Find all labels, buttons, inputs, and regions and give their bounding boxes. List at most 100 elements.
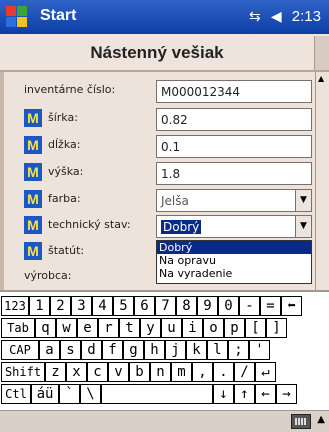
color-value: Jelša [161, 194, 189, 208]
key[interactable]: ] [266, 318, 287, 338]
key[interactable]: r [98, 318, 119, 338]
key[interactable]: s [60, 340, 81, 360]
key[interactable]: 0 [218, 296, 239, 316]
input-panel-bar: ▲ [0, 410, 329, 432]
key[interactable]: ← [255, 384, 276, 404]
system-tray: ⇆ ◀ 2:13 [249, 8, 321, 25]
key[interactable]: \ [80, 384, 101, 404]
key[interactable]: h [144, 340, 165, 360]
key[interactable]: z [45, 362, 66, 382]
scroll-up-arrow-icon[interactable]: ▲ [318, 74, 324, 83]
key[interactable]: ↓ [213, 384, 234, 404]
volume-icon[interactable]: ◀ [271, 8, 282, 25]
start-button[interactable]: Start [40, 7, 76, 25]
row-tech-state: M technický stav: Dobrý ▼ [14, 213, 312, 239]
key[interactable]: l [207, 340, 228, 360]
key[interactable]: t [119, 318, 140, 338]
tech-state-options-list[interactable]: Dobrý Na opravu Na vyradenie [156, 240, 312, 284]
key[interactable]: . [213, 362, 234, 382]
m-icon[interactable]: M [24, 242, 42, 260]
color-dropdown[interactable]: Jelša ▼ [156, 189, 312, 212]
key[interactable]: v [108, 362, 129, 382]
key[interactable]: w [56, 318, 77, 338]
key[interactable]: Shift [1, 362, 45, 382]
height-label: výška: [48, 165, 84, 178]
tech-state-dropdown[interactable]: Dobrý ▼ [156, 215, 312, 238]
key[interactable]: ; [228, 340, 249, 360]
key[interactable]: y [140, 318, 161, 338]
key[interactable]: 4 [92, 296, 113, 316]
key[interactable]: , [192, 362, 213, 382]
key[interactable]: - [239, 296, 260, 316]
key[interactable]: m [171, 362, 192, 382]
key[interactable]: b [129, 362, 150, 382]
row-width: M šírka: 0.82 [14, 106, 312, 132]
m-icon[interactable]: M [24, 190, 42, 208]
clock[interactable]: 2:13 [292, 8, 321, 25]
m-icon[interactable]: M [24, 136, 42, 154]
key[interactable]: p [224, 318, 245, 338]
key[interactable]: áü [31, 384, 59, 404]
length-field[interactable]: 0.1 [156, 135, 312, 158]
key[interactable]: ⬅ [281, 296, 302, 316]
key[interactable]: u [161, 318, 182, 338]
key[interactable]: 8 [176, 296, 197, 316]
key[interactable]: j [165, 340, 186, 360]
key[interactable]: 1 [29, 296, 50, 316]
list-item[interactable]: Dobrý [157, 241, 311, 254]
key[interactable]: Ctl [1, 384, 31, 404]
key[interactable]: 3 [71, 296, 92, 316]
input-menu-arrow-icon[interactable]: ▲ [317, 414, 325, 425]
key[interactable]: 7 [155, 296, 176, 316]
key[interactable]: f [102, 340, 123, 360]
tech-state-label: technický stav: [48, 218, 131, 231]
list-item[interactable]: Na vyradenie [157, 267, 311, 280]
key[interactable]: ` [59, 384, 80, 404]
key[interactable]: i [182, 318, 203, 338]
keyboard-icon[interactable] [291, 414, 311, 429]
title-scroll-handle[interactable] [314, 36, 329, 70]
key[interactable]: 5 [113, 296, 134, 316]
key[interactable]: CAP [1, 340, 39, 360]
key[interactable]: n [150, 362, 171, 382]
key[interactable]: Tab [1, 318, 35, 338]
key[interactable]: 9 [197, 296, 218, 316]
key[interactable]: a [39, 340, 60, 360]
key[interactable]: ' [249, 340, 270, 360]
key[interactable]: 123 [1, 296, 29, 316]
key[interactable]: e [77, 318, 98, 338]
key[interactable]: ↵ [255, 362, 276, 382]
key[interactable]: k [186, 340, 207, 360]
vertical-scrollbar[interactable]: ▲ [315, 72, 329, 290]
m-icon[interactable]: M [24, 109, 42, 127]
height-field[interactable]: 1.8 [156, 162, 312, 185]
row-color: M farba: Jelša ▼ [14, 187, 312, 213]
key[interactable]: 6 [134, 296, 155, 316]
space-key[interactable] [101, 384, 213, 404]
m-icon[interactable]: M [24, 216, 42, 234]
chevron-down-icon[interactable]: ▼ [295, 216, 311, 237]
m-icon[interactable]: M [24, 163, 42, 181]
key[interactable]: ↑ [234, 384, 255, 404]
key[interactable]: x [66, 362, 87, 382]
inventory-field[interactable]: M000012344 [156, 80, 312, 103]
key[interactable]: → [276, 384, 297, 404]
key[interactable]: = [260, 296, 281, 316]
chevron-down-icon[interactable]: ▼ [295, 190, 311, 211]
key[interactable]: d [81, 340, 102, 360]
key[interactable]: o [203, 318, 224, 338]
key[interactable]: / [234, 362, 255, 382]
key[interactable]: q [35, 318, 56, 338]
length-label: dĺžka: [48, 138, 81, 151]
connectivity-icon[interactable]: ⇆ [249, 8, 261, 25]
key[interactable]: c [87, 362, 108, 382]
width-field[interactable]: 0.82 [156, 108, 312, 131]
key[interactable]: g [123, 340, 144, 360]
list-item[interactable]: Na opravu [157, 254, 311, 267]
key[interactable]: [ [245, 318, 266, 338]
width-label: šírka: [48, 111, 78, 124]
tech-state-value: Dobrý [161, 220, 202, 234]
windows-logo-icon[interactable] [6, 6, 28, 28]
page-title: Nástenný vešiak [90, 43, 224, 62]
key[interactable]: 2 [50, 296, 71, 316]
